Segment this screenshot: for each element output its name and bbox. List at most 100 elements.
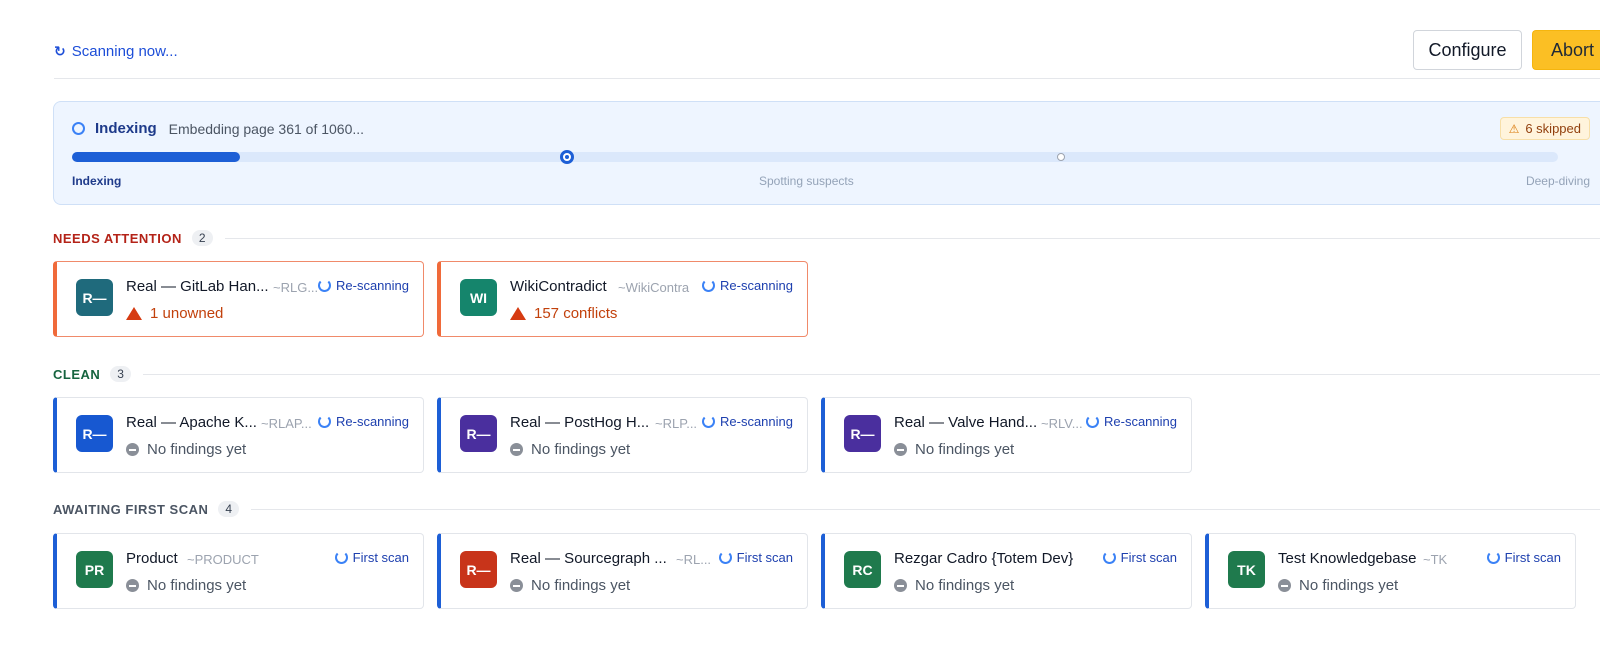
avatar: R— (460, 551, 497, 588)
avatar: RC (844, 551, 881, 588)
kb-slug: ~RLV... (1041, 416, 1083, 431)
finding-summary: No findings yet (510, 577, 630, 594)
section-count-badge: 2 (191, 230, 213, 246)
scan-status-indicator: First scan (1102, 550, 1177, 565)
minus-circle-icon (126, 443, 139, 456)
spinner-icon (718, 551, 732, 564)
spinner-icon (318, 415, 331, 428)
section-needs-attention: NEEDS ATTENTION 2 (53, 228, 1600, 248)
avatar: R— (76, 415, 113, 452)
kb-card-posthog[interactable]: R— Real — PostHog H... ~RLP... Re-scanni… (437, 397, 808, 473)
spinner-icon (702, 279, 715, 292)
scan-status-text: Re-scanning (720, 278, 793, 293)
kb-card-product[interactable]: PR Product ~PRODUCT First scan No findin… (53, 533, 424, 609)
scan-status: ↻ Scanning now... (54, 43, 178, 60)
kb-name: Real — Sourcegraph ... (510, 550, 667, 567)
scan-status-indicator: Re-scanning (702, 278, 793, 293)
scan-status-indicator: First scan (1486, 550, 1561, 565)
spinner-icon (1086, 415, 1099, 428)
minus-circle-icon (126, 579, 139, 592)
kb-card-wikicontradict[interactable]: WI WikiContradict ~WikiContra Re-scannin… (437, 261, 808, 337)
scan-status-indicator: Re-scanning (1086, 414, 1177, 429)
kb-name: WikiContradict (510, 278, 607, 295)
refresh-icon: ↻ (54, 43, 66, 59)
configure-button[interactable]: Configure (1413, 30, 1522, 70)
kb-card-sourcegraph[interactable]: R— Real — Sourcegraph ... ~RL... First s… (437, 533, 808, 609)
minus-circle-icon (894, 579, 907, 592)
avatar: WI (460, 279, 497, 316)
scan-status-text: Re-scanning (720, 414, 793, 429)
finding-text: No findings yet (531, 577, 631, 594)
stage-label-indexing: Indexing (72, 174, 122, 188)
kb-name: Rezgar Cadro {Totem Dev} (894, 550, 1074, 567)
kb-card-test-knowledgebase[interactable]: TK Test Knowledgebase ~TK First scan No … (1205, 533, 1576, 609)
spinner-icon (318, 279, 331, 292)
avatar: PR (76, 551, 113, 588)
avatar: R— (460, 415, 497, 452)
section-title: AWAITING FIRST SCAN (53, 501, 209, 517)
top-bar: ↻ Scanning now... Configure Abort (54, 28, 1600, 79)
minus-circle-icon (1278, 579, 1291, 592)
spinner-icon (1486, 551, 1500, 564)
scan-status-text: First scan (736, 550, 793, 565)
stage-label-deep-diving: Deep-diving (1525, 174, 1590, 188)
section-title: CLEAN (53, 366, 101, 382)
spinner-icon (1102, 551, 1116, 564)
abort-button[interactable]: Abort (1532, 30, 1600, 70)
scan-status-text: Re-scanning (1104, 414, 1177, 429)
kb-name: Real — PostHog H... (510, 414, 650, 431)
spinner-icon (334, 551, 348, 564)
progress-title: Indexing (95, 120, 157, 137)
section-divider (142, 373, 1600, 375)
finding-text: 157 conflicts (534, 305, 618, 322)
minus-circle-icon (510, 579, 523, 592)
section-title: NEEDS ATTENTION (53, 230, 182, 246)
finding-summary: No findings yet (126, 577, 246, 594)
kb-slug: ~WikiContra (618, 280, 690, 295)
skipped-badge[interactable]: ⚠ 6 skipped (1499, 117, 1590, 140)
finding-summary: No findings yet (126, 441, 246, 458)
finding-summary: No findings yet (894, 441, 1014, 458)
finding-summary: No findings yet (1278, 577, 1398, 594)
alert-triangle-icon (510, 307, 526, 320)
finding-summary: 157 conflicts (510, 305, 617, 322)
section-awaiting-first-scan: AWAITING FIRST SCAN 4 (53, 499, 1600, 519)
stage-label-spotting: Spotting suspects (759, 174, 854, 188)
kb-name: Product (126, 550, 178, 567)
progress-subtitle: Embedding page 361 of 1060... (168, 120, 365, 137)
finding-text: No findings yet (1299, 577, 1399, 594)
kb-card-apache[interactable]: R— Real — Apache K... ~RLAP... Re-scanni… (53, 397, 424, 473)
spinner-icon (702, 415, 715, 428)
kb-name: Real — Apache K... (126, 414, 257, 431)
avatar: R— (76, 279, 113, 316)
minus-circle-icon (510, 443, 523, 456)
scan-status-indicator: First scan (334, 550, 409, 565)
scan-status-indicator: Re-scanning (318, 278, 409, 293)
kb-slug: ~TK (1423, 552, 1448, 567)
minus-circle-icon (894, 443, 907, 456)
progress-track (72, 150, 1558, 164)
section-count-badge: 3 (110, 366, 131, 382)
finding-text: No findings yet (147, 577, 247, 594)
section-divider (224, 237, 1600, 239)
finding-text: No findings yet (147, 441, 247, 458)
kb-name: Real — GitLab Han... (126, 278, 269, 295)
kb-slug: ~RLG... (273, 280, 319, 295)
kb-slug: ~RLP... (655, 416, 698, 431)
alert-triangle-icon (126, 307, 142, 320)
kb-card-valve[interactable]: R— Real — Valve Hand... ~RLV... Re-scann… (821, 397, 1192, 473)
kb-name: Real — Valve Hand... (894, 414, 1038, 431)
progress-card: Indexing Embedding page 361 of 1060... ⚠… (53, 101, 1600, 205)
kb-card-gitlab[interactable]: R— Real — GitLab Han... ~RLG... Re-scann… (53, 261, 424, 337)
section-count-badge: 4 (218, 501, 240, 517)
avatar: R— (844, 415, 881, 452)
finding-summary: No findings yet (510, 441, 630, 458)
stage-node-upcoming (1057, 153, 1065, 161)
finding-text: 1 unowned (150, 305, 224, 322)
stage-node-current (560, 150, 574, 164)
kb-slug: ~RLAP... (261, 416, 312, 431)
kb-card-rezgar[interactable]: RC Rezgar Cadro {Totem Dev} First scan N… (821, 533, 1192, 609)
section-divider (251, 508, 1600, 510)
scan-status-text: First scan (1504, 550, 1561, 565)
scan-status-indicator: Re-scanning (702, 414, 793, 429)
